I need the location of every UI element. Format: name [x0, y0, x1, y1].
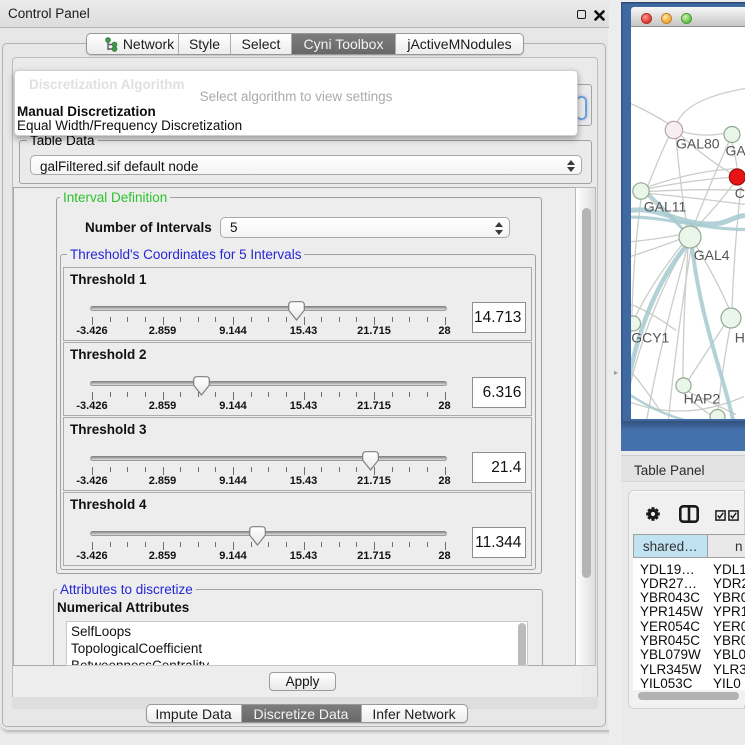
- svg-text:H: H: [735, 329, 745, 345]
- svg-text:GAL4: GAL4: [694, 247, 730, 263]
- svg-text:GCY1: GCY1: [631, 329, 669, 345]
- svg-text:C: C: [735, 185, 745, 201]
- svg-text:GA: GA: [726, 142, 745, 158]
- svg-text:HAP2: HAP2: [684, 390, 721, 406]
- svg-text:GAL11: GAL11: [644, 198, 687, 214]
- svg-text:GAL80: GAL80: [676, 135, 720, 151]
